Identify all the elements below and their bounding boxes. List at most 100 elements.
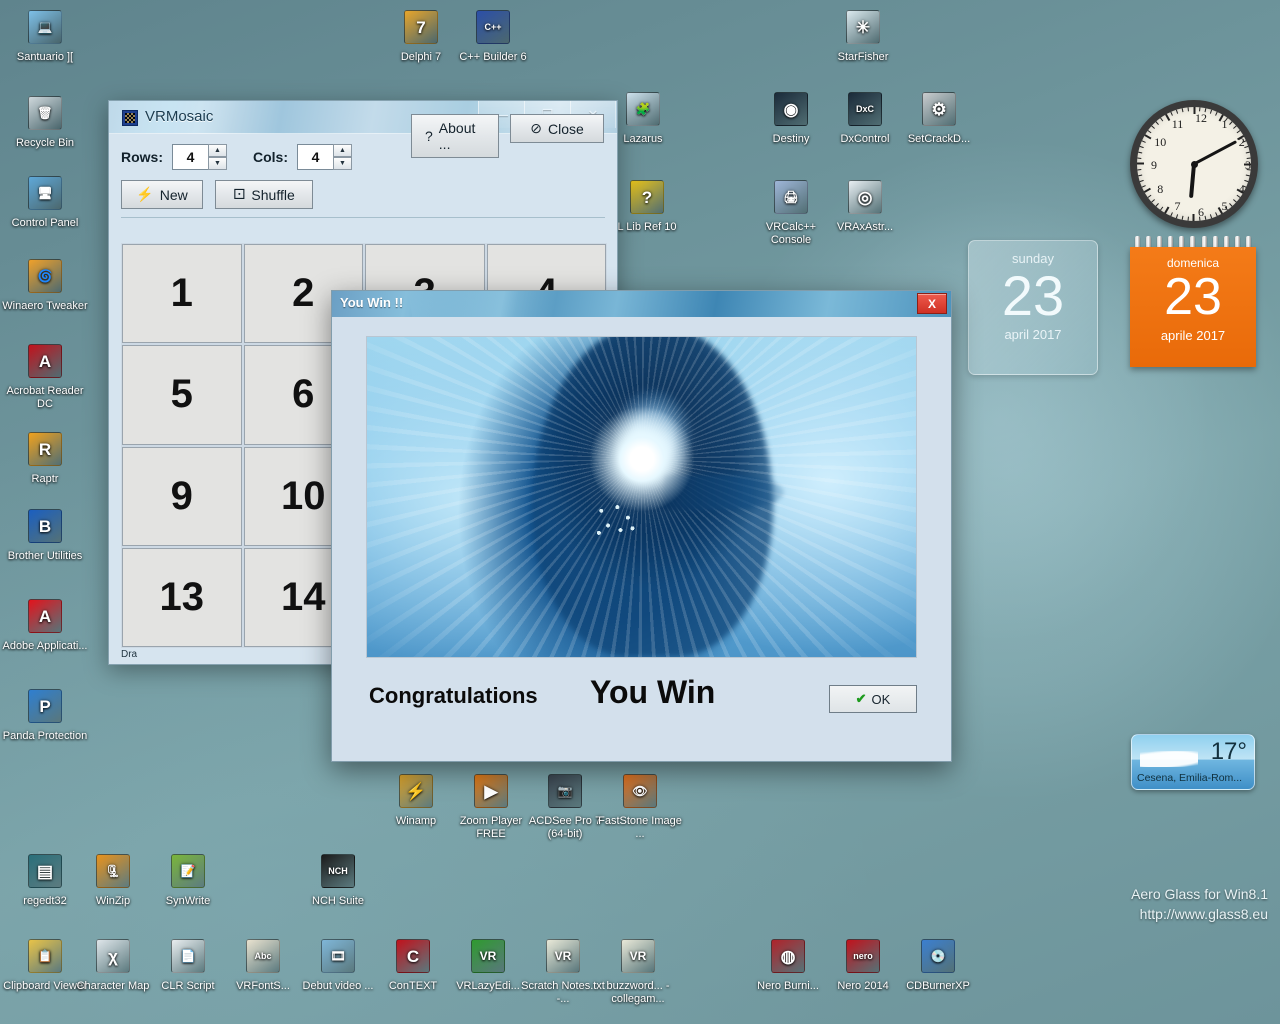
desktop-icon-starfish[interactable]: ✳StarFisher <box>820 6 906 64</box>
winzip-icon: 🗜 <box>92 850 134 892</box>
desktop-icon-vraxastro[interactable]: ◎ VRAxAstr... <box>822 176 908 234</box>
delphi-icon: 7 <box>400 6 442 48</box>
calendar-widget-italian[interactable]: domenica 23 aprile 2017 <box>1130 247 1256 367</box>
ok-button[interactable]: ✔ OK <box>829 685 917 713</box>
cols-spin-down[interactable]: ▼ <box>333 157 352 170</box>
clock-tick <box>1170 112 1173 116</box>
action-row: ⚡ New ⚀ Shuffle <box>121 180 605 209</box>
desktop-icon-debut[interactable]: 🎞Debut video ... <box>295 935 381 993</box>
desktop-icon-winamp[interactable]: ⚡Winamp <box>373 770 459 828</box>
desktop-icon-setcrack[interactable]: ⚙SetCrackD... <box>896 88 982 146</box>
winaero-icon: 🌀 <box>24 255 66 297</box>
desktop-icon-raptr[interactable]: RRaptr <box>2 428 88 486</box>
desktop-icon-charmap[interactable]: χCharacter Map <box>70 935 156 993</box>
cols-stepper[interactable]: ▲ ▼ <box>297 144 352 170</box>
clock-tick <box>1182 216 1184 220</box>
mosaic-tile[interactable]: 1 <box>122 244 242 343</box>
cols-spin-up[interactable]: ▲ <box>333 144 352 157</box>
clock-number: 8 <box>1153 182 1167 197</box>
clock-tick <box>1148 130 1152 133</box>
raptr-icon: R <box>24 428 66 470</box>
desktop-icon-recycle[interactable]: 🗑Recycle Bin <box>2 92 88 150</box>
desktop-icon-winzip[interactable]: 🗜WinZip <box>70 850 156 908</box>
desktop-icon-context[interactable]: CConTEXT <box>370 935 456 993</box>
desktop-icon-scratch[interactable]: VRScratch Notes.txt -... <box>520 935 606 1006</box>
desktop-icon-neroburn[interactable]: ◍Nero Burni... <box>745 935 831 993</box>
shuffle-button[interactable]: ⚀ Shuffle <box>215 180 313 209</box>
desktop-icon-acdsee[interactable]: 📷ACDSee Pro 7 (64-bit) <box>522 770 608 841</box>
desktop-icon-laptop[interactable]: 💻Santuario ][ <box>2 6 88 64</box>
desktop-icon-label: SetCrackD... <box>896 133 982 146</box>
desktop-icon-label: Nero Burni... <box>745 980 831 993</box>
mosaic-tile[interactable]: 9 <box>122 447 242 546</box>
weather-widget[interactable]: 17° Cesena, Emilia-Rom... <box>1131 734 1255 790</box>
desktop-icon-nero2014[interactable]: neroNero 2014 <box>820 935 906 993</box>
desktop-icon-label: SynWrite <box>145 895 231 908</box>
about-button[interactable]: ? About ... <box>411 114 499 158</box>
congratulations-label: Congratulations <box>369 683 538 709</box>
mosaic-tile[interactable]: 13 <box>122 548 242 647</box>
clock-tick <box>1244 164 1251 166</box>
you-win-close-button[interactable]: X <box>917 293 947 314</box>
desktop-icon-vrlazy[interactable]: VRVRLazyEdi... <box>445 935 531 993</box>
desktop-icon-clr[interactable]: 📄CLR Script <box>145 935 231 993</box>
desktop-icon-adobe[interactable]: AAdobe Applicati... <box>2 595 88 653</box>
desktop-icon-winaero[interactable]: 🌀Winaero Tweaker <box>2 255 88 313</box>
clock-tick <box>1151 125 1155 128</box>
clipboard-icon: 📋 <box>24 935 66 977</box>
clr-icon: 📄 <box>167 935 209 977</box>
desktop-icon-acrobat[interactable]: AAcrobat Reader DC <box>2 340 88 411</box>
new-button[interactable]: ⚡ New <box>121 180 203 209</box>
cols-spin-buttons[interactable]: ▲ ▼ <box>333 144 352 170</box>
mosaic-tile[interactable]: 5 <box>122 345 242 444</box>
vraxastro-icon: ◎ <box>844 176 886 218</box>
desktop-icon-faststone[interactable]: 👁FastStone Image ... <box>597 770 683 841</box>
acrobat-icon: A <box>24 340 66 382</box>
desktop-icon-label: VRAxAstr... <box>822 221 908 234</box>
clock-tick <box>1165 114 1170 121</box>
you-win-titlebar[interactable]: You Win !! X <box>332 291 951 317</box>
cols-input[interactable] <box>297 144 333 170</box>
you-win-dialog[interactable]: You Win !! X Congratulations You Win ✔ O… <box>331 290 952 762</box>
desktop-icon-nch[interactable]: NCHNCH Suite <box>295 850 381 908</box>
close-app-button[interactable]: ⊘ Close <box>510 114 604 143</box>
desktop-clock-widget[interactable]: 121234567891011 <box>1130 100 1258 228</box>
clock-tick <box>1160 118 1163 122</box>
desktop-icon-synwrite[interactable]: 📝 SynWrite <box>145 850 231 908</box>
rows-spin-up[interactable]: ▲ <box>208 144 227 157</box>
dxcontrol-icon: DxC <box>844 88 886 130</box>
clock-tick <box>1210 110 1212 114</box>
clock-tick <box>1233 125 1237 128</box>
clock-center-hub <box>1191 161 1198 168</box>
desktop-icon-brother[interactable]: BBrother Utilities <box>2 505 88 563</box>
ok-button-label: OK <box>872 692 891 707</box>
desktop-icon-label: NCH Suite <box>295 895 381 908</box>
clock-tick <box>1140 180 1144 182</box>
calendar-en-weekday: sunday <box>969 251 1097 266</box>
rows-stepper[interactable]: ▲ ▼ <box>172 144 227 170</box>
faststone-icon: 👁 <box>619 770 661 812</box>
rows-input[interactable] <box>172 144 208 170</box>
desktop-icon-cdburner[interactable]: 💿CDBurnerXP <box>895 935 981 993</box>
synwrite-icon: 📝 <box>167 850 209 892</box>
rows-spin-buttons[interactable]: ▲ ▼ <box>208 144 227 170</box>
desktop-icon-cbuilder[interactable]: C++C++ Builder 6 <box>450 6 536 64</box>
desktop-icon-panda[interactable]: PPanda Protection <box>2 685 88 743</box>
panda-icon: P <box>24 685 66 727</box>
weather-location: Cesena, Emilia-Rom... <box>1137 772 1242 784</box>
new-button-label: New <box>160 187 188 203</box>
desktop-icon-vrfonts[interactable]: AbcVRFontS... <box>220 935 306 993</box>
desktop-icon-label: CDBurnerXP <box>895 980 981 993</box>
clock-tick <box>1155 121 1158 125</box>
desktop-icon-control[interactable]: 🖥Control Panel <box>2 172 88 230</box>
clock-tick <box>1155 203 1158 207</box>
clock-number: 3 <box>1241 158 1255 173</box>
winner-image <box>366 336 917 658</box>
dice-icon: ⚀ <box>233 186 245 203</box>
calendar-widget-english[interactable]: sunday 23 april 2017 <box>968 240 1098 375</box>
clock-tick <box>1233 199 1237 202</box>
clock-tick <box>1138 152 1142 154</box>
rows-spin-down[interactable]: ▼ <box>208 157 227 170</box>
desktop-icon-buzzword[interactable]: VRbuzzword... - collegam... <box>595 935 681 1006</box>
vrcalc-icon: 🖨 <box>770 176 812 218</box>
